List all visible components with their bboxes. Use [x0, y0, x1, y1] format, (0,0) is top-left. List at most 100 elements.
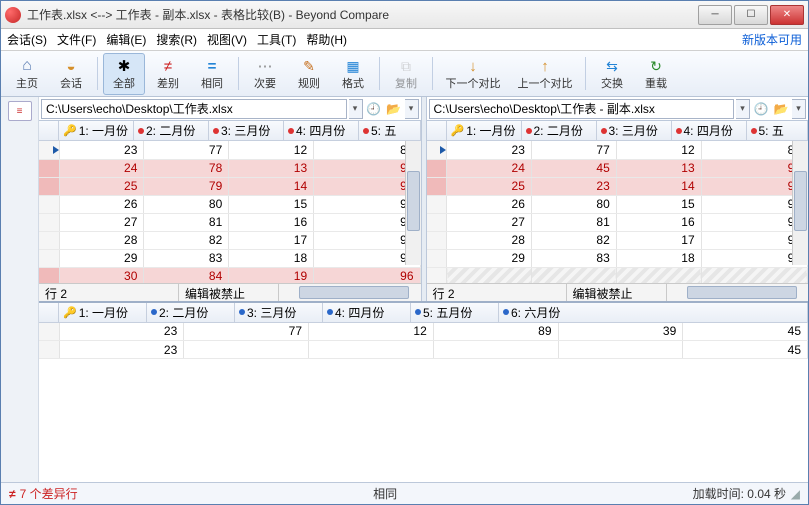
cell[interactable]: 80	[531, 195, 616, 213]
table-row[interactable]: 30841996	[39, 267, 420, 283]
table-row[interactable]: 24781390	[39, 159, 420, 177]
left-col-1[interactable]: 🔑1: 一月份	[59, 121, 134, 140]
minor-button[interactable]: 次要	[244, 53, 286, 95]
merged-row-head[interactable]	[39, 303, 59, 322]
table-row[interactable]: 28821794	[39, 231, 420, 249]
merged-col-4[interactable]: 4: 四月份	[323, 303, 411, 322]
left-col-5[interactable]: 5: 五	[359, 121, 421, 140]
menu-file[interactable]: 文件(F)	[57, 31, 96, 48]
cell[interactable]	[531, 267, 616, 283]
cell[interactable]: 15	[229, 195, 314, 213]
cell[interactable]	[184, 341, 309, 359]
table-row[interactable]: 26801592	[39, 195, 420, 213]
cell[interactable]: 84	[144, 267, 229, 283]
cell[interactable]: 13	[616, 159, 701, 177]
cell[interactable]: 28	[59, 231, 144, 249]
left-body[interactable]: 2377128924781390257914912680159227811693…	[39, 141, 421, 283]
cell[interactable]	[558, 341, 683, 359]
cell[interactable]: 26	[447, 195, 532, 213]
scroll-thumb[interactable]	[299, 286, 409, 299]
copy-button[interactable]: 复制	[385, 53, 427, 95]
table-row[interactable]: 24451390	[427, 159, 808, 177]
merged-col-6[interactable]: 6: 六月份	[499, 303, 808, 322]
close-button[interactable]: ✕	[770, 5, 804, 25]
overview-icon[interactable]: ≡	[8, 101, 32, 121]
right-path-dropdown[interactable]: ▾	[736, 99, 750, 119]
sessions-button[interactable]: 会话	[50, 53, 92, 95]
cell[interactable]: 16	[616, 213, 701, 231]
table-row[interactable]: 29831895	[427, 249, 808, 267]
table-row[interactable]: 26801592	[427, 195, 808, 213]
cell[interactable]: 96	[314, 267, 420, 283]
cell[interactable]: 45	[531, 159, 616, 177]
minimize-button[interactable]: ─	[698, 5, 732, 25]
cell[interactable]: 19	[229, 267, 314, 283]
format-button[interactable]: 格式	[332, 53, 374, 95]
cell[interactable]	[447, 267, 532, 283]
cell[interactable]: 23	[59, 141, 144, 159]
table-row[interactable]: 23771289	[39, 141, 420, 159]
cell[interactable]: 29	[447, 249, 532, 267]
cell[interactable]: 17	[616, 231, 701, 249]
table-row[interactable]	[427, 267, 808, 283]
right-col-2[interactable]: 2: 二月份	[522, 121, 597, 140]
table-row[interactable]: 29831895	[39, 249, 420, 267]
menu-tools[interactable]: 工具(T)	[257, 31, 296, 48]
menu-help[interactable]: 帮助(H)	[306, 31, 347, 48]
cell[interactable]: 29	[59, 249, 144, 267]
merged-col-5[interactable]: 5: 五月份	[411, 303, 499, 322]
left-browse-dropdown[interactable]: ▾	[405, 99, 419, 119]
cell[interactable]: 80	[144, 195, 229, 213]
scroll-thumb[interactable]	[407, 171, 420, 231]
right-browse-dropdown[interactable]: ▾	[792, 99, 806, 119]
left-row-head[interactable]	[39, 121, 59, 140]
cell[interactable]	[616, 267, 701, 283]
table-row[interactable]: 27811693	[427, 213, 808, 231]
cell[interactable]: 18	[229, 249, 314, 267]
cell[interactable]: 17	[229, 231, 314, 249]
cell[interactable]: 23	[59, 323, 184, 341]
left-col-4[interactable]: 4: 四月份	[284, 121, 359, 140]
menu-view[interactable]: 视图(V)	[207, 31, 247, 48]
merged-body[interactable]: 2377128939452345	[39, 323, 808, 483]
right-browse-icon[interactable]: 📂	[772, 100, 790, 118]
cell[interactable]: 16	[229, 213, 314, 231]
cell[interactable]: 23	[447, 141, 532, 159]
left-path-input[interactable]	[41, 99, 347, 119]
menu-edit[interactable]: 编辑(E)	[106, 31, 146, 48]
scroll-thumb[interactable]	[794, 171, 807, 231]
cell[interactable]: 24	[59, 159, 144, 177]
cell[interactable]: 82	[144, 231, 229, 249]
cell[interactable]: 12	[309, 323, 434, 341]
cell[interactable]: 45	[683, 341, 808, 359]
maximize-button[interactable]: ☐	[734, 5, 768, 25]
cell[interactable]: 82	[531, 231, 616, 249]
cell[interactable]: 39	[558, 323, 683, 341]
merged-col-2[interactable]: 2: 二月份	[147, 303, 235, 322]
left-vscroll[interactable]	[405, 141, 421, 265]
cell[interactable]	[309, 341, 434, 359]
cell[interactable]: 13	[229, 159, 314, 177]
cell[interactable]	[433, 341, 558, 359]
left-path-dropdown[interactable]: ▾	[349, 99, 363, 119]
swap-button[interactable]: 交换	[591, 53, 633, 95]
all-button[interactable]: 全部	[103, 53, 145, 95]
cell[interactable]	[701, 267, 807, 283]
cell[interactable]: 30	[59, 267, 144, 283]
table-row[interactable]: 25231491	[427, 177, 808, 195]
cell[interactable]: 79	[144, 177, 229, 195]
left-hscroll[interactable]	[279, 284, 421, 301]
right-path-input[interactable]	[429, 99, 735, 119]
cell[interactable]: 27	[447, 213, 532, 231]
cell[interactable]: 25	[59, 177, 144, 195]
cell[interactable]: 28	[447, 231, 532, 249]
merged-col-1[interactable]: 🔑1: 一月份	[59, 303, 147, 322]
cell[interactable]: 77	[144, 141, 229, 159]
cell[interactable]: 81	[531, 213, 616, 231]
cell[interactable]: 81	[144, 213, 229, 231]
reload-button[interactable]: 重载	[635, 53, 677, 95]
right-history-icon[interactable]: 🕘	[752, 100, 770, 118]
table-row[interactable]: 28821794	[427, 231, 808, 249]
cell[interactable]: 12	[229, 141, 314, 159]
resize-grip[interactable]: ◢	[786, 487, 800, 501]
